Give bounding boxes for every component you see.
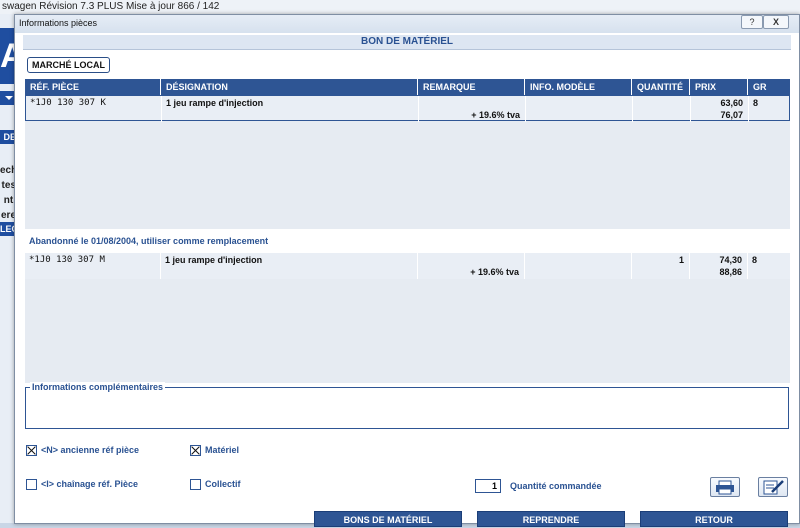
chainage-checkbox[interactable] bbox=[26, 479, 37, 490]
cell-remarque: + 19.6% tva bbox=[471, 110, 520, 120]
market-local-button[interactable]: MARCHÉ LOCAL bbox=[27, 57, 110, 73]
printer-icon bbox=[716, 480, 734, 495]
replacement-note: Abandonné le 01/08/2004, utiliser comme … bbox=[29, 236, 269, 246]
replacement-table: *1J0 130 307 M 1 jeu rampe d'injection +… bbox=[25, 253, 790, 383]
column-header-gr[interactable]: GR bbox=[748, 79, 790, 95]
ancienne-ref-label[interactable]: <N> ancienne réf pièce bbox=[41, 445, 139, 455]
table-row[interactable]: *1J0 130 307 K 1 jeu rampe d'injection +… bbox=[25, 95, 790, 122]
materiel-checkbox[interactable] bbox=[190, 445, 201, 456]
quantity-label: Quantité commandée bbox=[510, 481, 602, 491]
cell-prix: 63,60 bbox=[720, 98, 743, 108]
dialog-content: BON DE MATÉRIEL MARCHÉ LOCAL RÉF. PIÈCE … bbox=[23, 33, 791, 527]
cell-ref: *1J0 130 307 K bbox=[30, 98, 106, 108]
reprendre-button[interactable]: REPRENDRE bbox=[477, 511, 625, 527]
ancienne-ref-checkbox[interactable] bbox=[26, 445, 37, 456]
close-button[interactable]: X bbox=[763, 15, 789, 29]
cell-prix-ttc: 88,86 bbox=[719, 267, 742, 277]
cell-remarque: + 19.6% tva bbox=[470, 267, 519, 277]
background-app-title: swagen Révision 7.3 PLUS Mise à jour 866… bbox=[0, 0, 800, 14]
collectif-label[interactable]: Collectif bbox=[205, 479, 241, 489]
table-row[interactable]: *1J0 130 307 M 1 jeu rampe d'injection +… bbox=[25, 253, 790, 279]
header-band: BON DE MATÉRIEL bbox=[23, 35, 791, 50]
cell-ref: *1J0 130 307 M bbox=[29, 255, 105, 265]
help-button[interactable]: ? bbox=[741, 15, 763, 29]
cell-gr: 8 bbox=[753, 98, 759, 108]
cell-prix-ttc: 76,07 bbox=[720, 110, 743, 120]
column-header-designation[interactable]: DÉSIGNATION bbox=[161, 79, 418, 95]
bons-de-materiel-button[interactable]: BONS DE MATÉRIEL bbox=[314, 511, 462, 527]
dialog-title: Informations pièces bbox=[19, 18, 98, 28]
info-complementaires-label: Informations complémentaires bbox=[30, 382, 166, 392]
cell-prix: 74,30 bbox=[719, 255, 742, 265]
dialog-titlebar[interactable]: Informations pièces ? X bbox=[15, 15, 799, 33]
collectif-checkbox[interactable] bbox=[190, 479, 201, 490]
column-header-info-modele[interactable]: INFO. MODÈLE bbox=[525, 79, 632, 95]
materiel-label[interactable]: Matériel bbox=[205, 445, 239, 455]
informations-pieces-dialog: Informations pièces ? X BON DE MATÉRIEL … bbox=[14, 14, 800, 527]
cell-designation: 1 jeu rampe d'injection bbox=[166, 98, 264, 108]
cell-designation: 1 jeu rampe d'injection bbox=[165, 255, 263, 265]
page-title: BON DE MATÉRIEL bbox=[360, 36, 454, 47]
edit-document-icon bbox=[763, 480, 784, 495]
info-complementaires-box[interactable]: Informations complémentaires bbox=[25, 382, 789, 429]
column-header-quantite[interactable]: QUANTITÉ bbox=[632, 79, 690, 95]
parts-table: RÉF. PIÈCE DÉSIGNATION REMARQUE INFO. MO… bbox=[25, 79, 790, 229]
column-header-prix[interactable]: PRIX bbox=[690, 79, 748, 95]
edit-button[interactable] bbox=[758, 477, 788, 497]
column-header-remarque[interactable]: REMARQUE bbox=[418, 79, 525, 95]
quantity-input[interactable]: 1 bbox=[475, 479, 501, 493]
retour-button[interactable]: RETOUR bbox=[640, 511, 788, 527]
chainage-label[interactable]: <I> chaînage réf. Pièce bbox=[41, 479, 138, 489]
print-button[interactable] bbox=[710, 477, 740, 497]
cell-gr: 8 bbox=[752, 255, 758, 265]
cell-quantite: 1 bbox=[678, 255, 684, 265]
column-header-ref[interactable]: RÉF. PIÈCE bbox=[25, 79, 161, 95]
